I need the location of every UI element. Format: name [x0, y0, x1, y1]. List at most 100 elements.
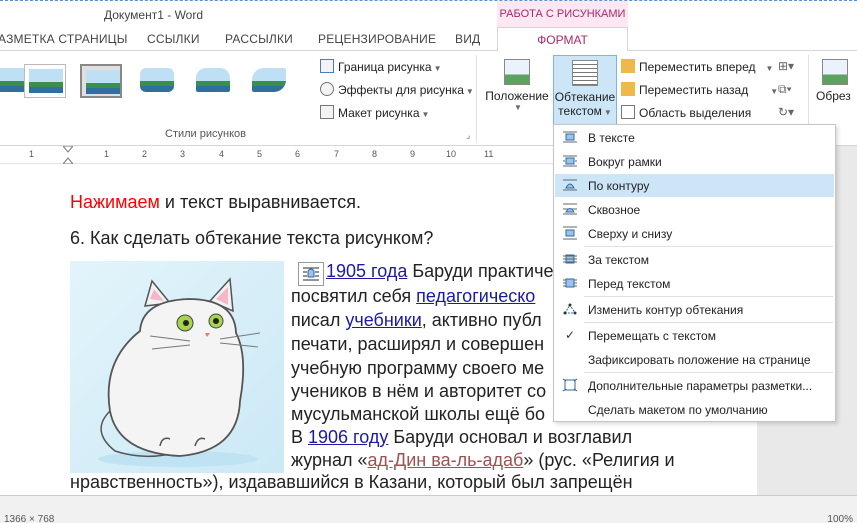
bring-forward-label: Переместить вперед	[639, 60, 756, 74]
doc-line: 1905 года Баруди практичес	[326, 261, 562, 282]
menu-item-tight[interactable]: По контуру	[555, 174, 834, 197]
doc-line: печати, расширял и совершен	[291, 334, 545, 354]
selection-pane-label: Область выделения	[639, 106, 752, 120]
wrap-text-label-line2: текстом	[558, 104, 602, 118]
menu-item-fix-position[interactable]: Зафиксировать положение на странице	[555, 348, 834, 371]
chevron-down-icon: ▼	[465, 87, 474, 96]
zoom-level[interactable]: 100%	[827, 514, 853, 523]
chevron-down-icon: ▼	[603, 108, 612, 117]
ruler-number: 8	[372, 149, 378, 159]
menu-item-set-default[interactable]: Сделать макетом по умолчанию	[555, 398, 834, 421]
link-1906[interactable]: 1906 году	[308, 427, 388, 447]
menu-separator	[584, 372, 833, 373]
menu-item-move-with-text[interactable]: ✓ Перемещать с текстом	[555, 324, 834, 347]
doc-line: нравственность»), издававшийся в Казани,…	[70, 472, 633, 492]
send-backward-icon	[621, 82, 635, 96]
menu-label: Сверху и снизу	[588, 227, 673, 241]
menu-item-top-bottom[interactable]: Сверху и снизу	[555, 222, 834, 245]
picture-layout-label: Макет рисунка	[338, 106, 420, 120]
tab-mailings[interactable]: РАССЫЛКИ	[225, 32, 293, 46]
menu-item-more-layout-options[interactable]: Дополнительные параметры разметки...	[555, 374, 834, 397]
selection-pane-icon	[621, 105, 635, 119]
menu-separator	[584, 296, 833, 297]
picture-style-thumb[interactable]	[136, 64, 178, 98]
wrap-through-icon	[563, 203, 577, 215]
picture-layout-button[interactable]: Макет рисунка ▼	[320, 105, 429, 120]
context-group-label: РАБОТА С РИСУНКАМИ	[499, 8, 626, 20]
menu-separator	[584, 246, 833, 247]
send-backward-button[interactable]: Переместить назад ▼	[621, 82, 778, 97]
ruler-number: 9	[410, 149, 416, 159]
chevron-down-icon: ▼	[770, 87, 779, 96]
cat-picture[interactable]	[70, 261, 284, 473]
menu-label: Изменить контур обтекания	[588, 303, 744, 317]
picture-tools-context-label: РАБОТА С РИСУНКАМИ	[497, 1, 628, 28]
ruler-number: 7	[334, 149, 340, 159]
send-backward-label: Переместить назад	[639, 83, 749, 97]
picture-effects-button[interactable]: Эффекты для рисунка ▼	[320, 82, 474, 97]
position-icon	[504, 59, 530, 85]
dialog-launcher-icon[interactable]: ⌟	[466, 130, 470, 141]
menu-item-edit-wrap-points[interactable]: Изменить контур обтекания	[555, 298, 834, 321]
text-run: посвятил себя	[291, 286, 417, 306]
doc-line: учебную программу своего ме	[291, 358, 545, 378]
edit-wrap-points-icon	[563, 303, 577, 315]
indent-marker-icon[interactable]	[63, 146, 73, 164]
picture-border-button[interactable]: Граница рисунка ▼	[320, 59, 442, 74]
cat-illustration	[98, 277, 261, 467]
menu-label: Зафиксировать положение на странице	[588, 353, 811, 367]
link-textbooks[interactable]: учебники	[345, 310, 421, 330]
menu-item-in-line[interactable]: В тексте	[555, 126, 834, 149]
picture-styles-group-label: Стили рисунков	[165, 128, 246, 140]
doc-line: посвятил себя педагогическо	[291, 286, 535, 307]
tab-review[interactable]: РЕЦЕНЗИРОВАНИЕ	[318, 32, 436, 46]
ruler-number: 5	[257, 149, 263, 159]
text-run: Баруди практичес	[407, 261, 563, 281]
layout-options-icon[interactable]	[298, 262, 324, 286]
crop-button[interactable]: Обрез	[812, 55, 857, 125]
picture-effects-label: Эффекты для рисунка	[338, 83, 464, 97]
menu-label: Сквозное	[588, 203, 641, 217]
ribbon-tab-strip: АЗМЕТКА СТРАНИЦЫ ССЫЛКИ РАССЫЛКИ РЕЦЕНЗИ…	[0, 27, 857, 52]
ruler-number: 4	[219, 149, 225, 159]
picture-style-thumb[interactable]	[248, 64, 290, 98]
bring-forward-icon	[621, 59, 635, 73]
tab-format[interactable]: ФОРМАТ	[497, 27, 628, 52]
link-pedagogical[interactable]: педагогическо	[416, 286, 535, 306]
menu-item-in-front[interactable]: Перед текстом	[555, 272, 834, 295]
menu-label: Вокруг рамки	[588, 155, 662, 169]
menu-item-through[interactable]: Сквозное	[555, 198, 834, 221]
position-button[interactable]: Положение ▼	[483, 55, 551, 125]
picture-style-thumb-selected[interactable]	[80, 64, 122, 98]
picture-style-thumb[interactable]	[192, 64, 234, 98]
tab-view[interactable]: ВИД	[455, 32, 480, 46]
menu-label: По контуру	[588, 179, 650, 193]
menu-label: Сделать макетом по умолчанию	[588, 403, 768, 417]
tab-page-layout[interactable]: АЗМЕТКА СТРАНИЦЫ	[0, 32, 128, 46]
bring-forward-button[interactable]: Переместить вперед ▼	[621, 59, 773, 74]
tab-format-label: ФОРМАТ	[537, 33, 588, 47]
menu-label: В тексте	[588, 131, 635, 145]
link-1905[interactable]: 1905 года	[326, 261, 407, 281]
wrap-text-button[interactable]: Обтекание текстом ▼	[553, 55, 617, 127]
group-icon[interactable]: ⧉▾	[778, 82, 792, 97]
crop-label: Обрез	[816, 89, 851, 103]
align-icon[interactable]: ⊞▾	[778, 59, 794, 73]
link-ad-din[interactable]: ад-Дин ва-ль-адаб	[368, 450, 524, 470]
wrap-text-icon	[572, 60, 598, 86]
tab-references[interactable]: ССЫЛКИ	[147, 32, 200, 46]
doc-line: журнал «ад-Дин ва-ль-адаб» (рус. «Религи…	[291, 450, 675, 471]
selection-pane-button[interactable]: Область выделения	[621, 105, 751, 120]
chevron-down-icon: ▼	[765, 64, 774, 73]
chevron-down-icon: ▼	[421, 110, 430, 119]
doc-line: Нажимаем и текст выравнивается.	[70, 192, 361, 213]
wrap-text-label-line1: Обтекание	[554, 90, 616, 104]
picture-style-thumb[interactable]	[24, 64, 66, 98]
menu-item-behind-text[interactable]: За текстом	[555, 248, 834, 271]
doc-line: учеников в нём и авторитет со	[291, 381, 547, 401]
menu-item-square[interactable]: Вокруг рамки	[555, 150, 834, 173]
menu-label: За текстом	[588, 253, 649, 267]
wrap-in-front-icon	[563, 278, 577, 288]
status-bar: 1366 × 768 100%	[0, 495, 857, 523]
rotate-icon[interactable]: ↻▾	[778, 105, 794, 119]
